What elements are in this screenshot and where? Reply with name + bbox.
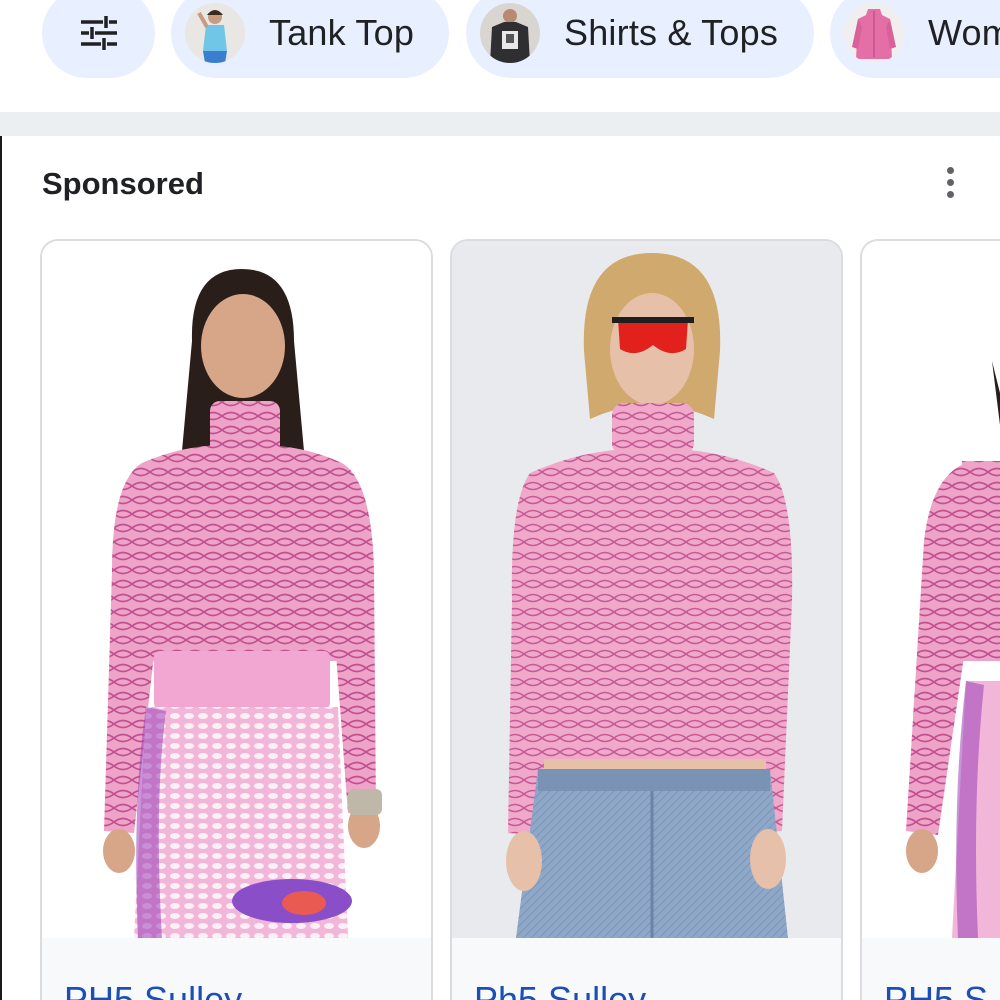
product-image[interactable] bbox=[452, 241, 841, 938]
product-image[interactable] bbox=[42, 241, 431, 938]
model-pink-turtleneck-skirt bbox=[103, 269, 382, 938]
shopping-results-page: Tank Top Shirts & Tops Wom Sponsored PH5… bbox=[0, 0, 1000, 1000]
product-card[interactable]: Ph5 Sulley bbox=[450, 239, 843, 1000]
chip-shirts-tops[interactable]: Shirts & Tops bbox=[466, 0, 814, 78]
chip-tank-top[interactable]: Tank Top bbox=[171, 0, 449, 78]
shirt-thumbnail bbox=[480, 3, 540, 63]
section-divider bbox=[0, 112, 1000, 136]
product-image[interactable] bbox=[862, 241, 1000, 938]
tank-top-thumbnail bbox=[185, 3, 245, 63]
model-pink-turtleneck-partial bbox=[906, 361, 1000, 938]
tune-sliders-icon bbox=[79, 16, 119, 50]
more-vert-icon[interactable] bbox=[928, 160, 972, 204]
product-card[interactable]: PH5 S bbox=[860, 239, 1000, 1000]
womens-top-thumbnail bbox=[844, 3, 904, 63]
product-title-link[interactable]: PH5 Sulley bbox=[64, 979, 242, 1000]
product-card[interactable]: PH5 Sulley bbox=[40, 239, 433, 1000]
filter-chip-row[interactable]: Tank Top Shirts & Tops Wom bbox=[0, 0, 1000, 112]
product-title-link[interactable]: Ph5 Sulley bbox=[474, 979, 646, 1000]
model-pink-turtleneck-jeans bbox=[506, 253, 793, 938]
chip-womens[interactable]: Wom bbox=[830, 0, 1000, 78]
filter-button[interactable] bbox=[42, 0, 155, 78]
sponsored-heading: Sponsored bbox=[42, 166, 204, 201]
chip-label: Tank Top bbox=[269, 12, 415, 53]
chip-label: Wom bbox=[928, 12, 1000, 53]
chip-label: Shirts & Tops bbox=[564, 12, 779, 53]
product-title-link[interactable]: PH5 S bbox=[884, 979, 988, 1000]
window-edge bbox=[0, 0, 2, 1000]
